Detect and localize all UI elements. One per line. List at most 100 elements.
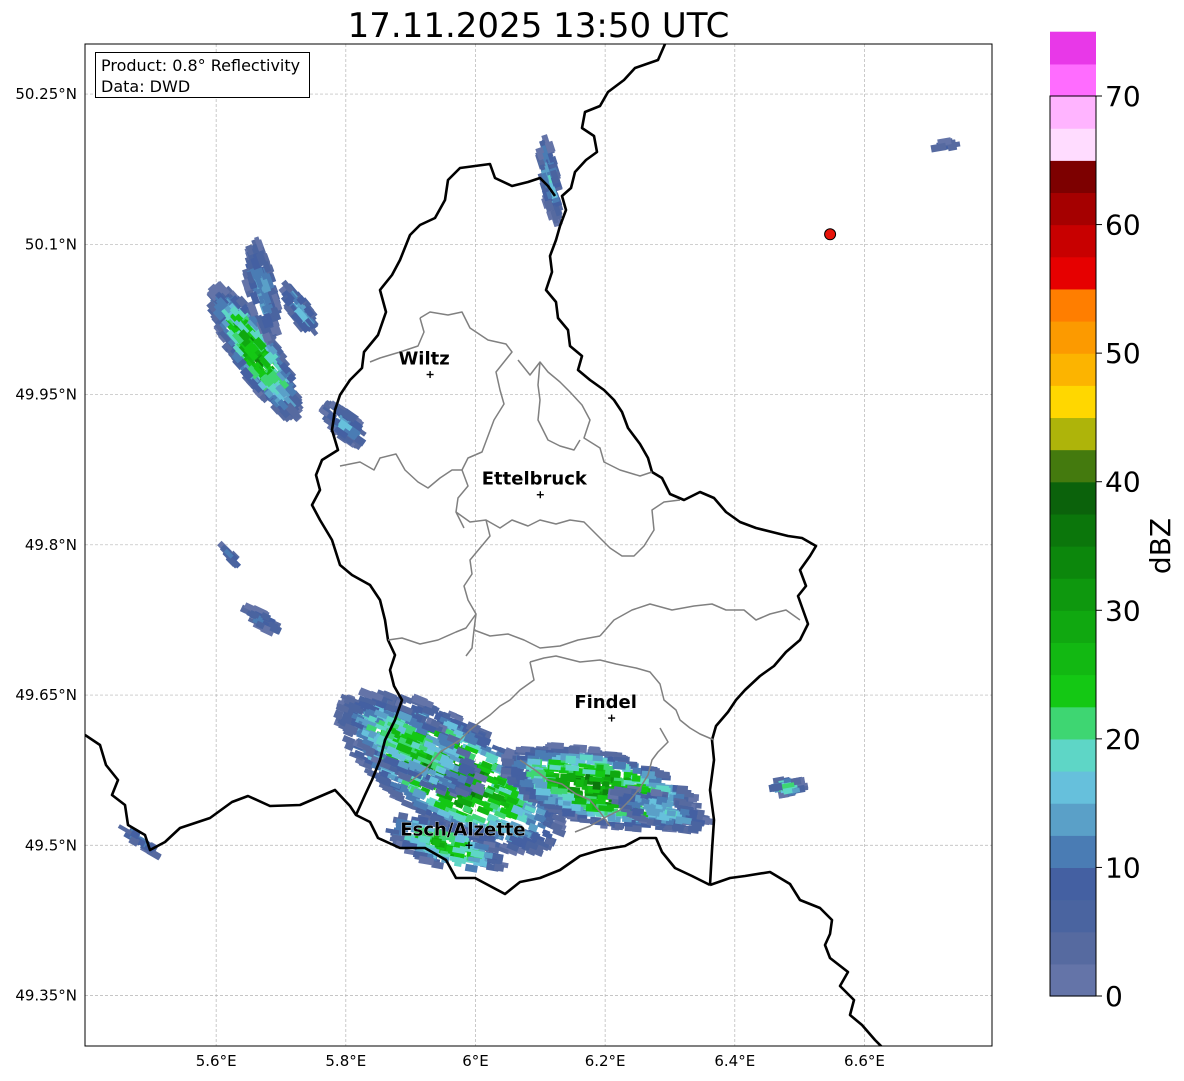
- echo-pixel: [565, 755, 577, 765]
- echo-pixel: [631, 775, 641, 782]
- echo-pixel: [568, 745, 580, 755]
- echo-pixel: [515, 775, 525, 781]
- echo-pixel: [614, 823, 624, 831]
- colorbar-segment: [1050, 674, 1096, 708]
- canton-border: [419, 311, 513, 529]
- city-label: Esch/Alzette: [400, 819, 525, 840]
- canton-border: [455, 499, 681, 557]
- colorbar-segment: [1050, 642, 1096, 676]
- colorbar-segment: [1050, 899, 1096, 933]
- lat-tick-label: 49.35°N: [15, 987, 77, 1005]
- echo-pixel: [534, 749, 546, 758]
- colorbar-tick-label: 70: [1105, 80, 1141, 113]
- echo-pixel: [565, 764, 580, 772]
- echo-pixel: [535, 787, 551, 797]
- colorbar-tick-label: 10: [1105, 851, 1141, 884]
- colorbar-segment: [1050, 160, 1096, 194]
- echo-pixel: [582, 769, 596, 775]
- canton-border: [339, 453, 462, 489]
- colorbar-segment: [1050, 610, 1096, 644]
- colorbar-segment: [1050, 931, 1096, 965]
- colorbar-segment: [1050, 963, 1096, 997]
- colorbar-segment: [1050, 513, 1096, 547]
- colorbar-segment: [1050, 63, 1096, 97]
- canton-border: [537, 361, 581, 451]
- colorbar-segment: [1050, 771, 1096, 804]
- colorbar-segment: [1050, 835, 1096, 869]
- lat-tick-label: 49.95°N: [15, 386, 77, 404]
- city-label: Wiltz: [398, 349, 449, 370]
- colorbar-tick-label: 30: [1105, 594, 1141, 627]
- echo-pixel: [672, 823, 685, 833]
- lat-tick-label: 49.5°N: [25, 836, 77, 854]
- echo-pixel: [579, 754, 593, 761]
- echo-pixel: [548, 759, 561, 766]
- lat-tick-label: 49.8°N: [25, 536, 77, 554]
- echo-pixel: [592, 781, 601, 790]
- colorbar: 0 10 20 30 40 50 60 70 dBZ: [1049, 31, 1177, 1013]
- borders: [85, 44, 883, 1046]
- colorbar-segment: [1050, 288, 1096, 322]
- city-label: Findel: [574, 692, 637, 713]
- colorbar-tick-label: 50: [1105, 337, 1141, 370]
- echo-pixel: [596, 764, 604, 772]
- lat-tick-label: 50.1°N: [25, 235, 77, 253]
- colorbar-segment: [1050, 867, 1096, 901]
- colorbar-segment: [1050, 578, 1096, 611]
- colorbar-tick-label: 40: [1105, 466, 1141, 499]
- echo-pixel: [575, 779, 584, 788]
- lon-tick-label: 6.2°E: [585, 1052, 626, 1070]
- colorbar-segment: [1050, 192, 1096, 226]
- canton-border: [387, 613, 477, 645]
- echo-pixel: [598, 805, 612, 811]
- radar-map: Wiltz Ettelbruck Findel Esch/Alzette 5.6°E 5…: [15, 31, 1177, 1070]
- city-marker: Ettelbruck: [481, 468, 588, 499]
- echo-pixel: [535, 794, 549, 801]
- colorbar-segment: [1050, 803, 1096, 836]
- colorbar-tick-label: 20: [1105, 723, 1141, 756]
- lat-tick-label: 49.65°N: [15, 686, 77, 704]
- lon-tick-label: 5.8°E: [325, 1052, 366, 1070]
- echo-pixel: [501, 758, 515, 765]
- colorbar-segment: [1050, 481, 1096, 515]
- colorbar-tick-label: 0: [1105, 980, 1123, 1013]
- axis-ticks: 5.6°E 5.8°E 6°E 6.2°E 6.4°E 6.6°E 50.25°N 50.1°…: [15, 85, 885, 1070]
- echo-pixel: [562, 792, 576, 801]
- colorbar-segment: [1050, 385, 1096, 419]
- echo-pixel: [553, 788, 568, 795]
- lon-tick-label: 6.6°E: [844, 1052, 885, 1070]
- echo-pixel: [510, 767, 521, 776]
- echo-pixel: [612, 761, 626, 770]
- colorbar-segment: [1050, 96, 1096, 129]
- colorbar-segment: [1050, 417, 1096, 451]
- echo-pixel: [612, 780, 622, 788]
- border-fr-de: [709, 870, 883, 1046]
- colorbar-segment: [1050, 353, 1096, 386]
- echo-pixel: [930, 142, 947, 153]
- lon-tick-label: 5.6°E: [196, 1052, 237, 1070]
- echo-pixel: [609, 770, 621, 778]
- echo-pixel: [654, 769, 665, 777]
- colorbar-label: dBZ: [1144, 518, 1177, 574]
- canton-border: [473, 629, 601, 649]
- location-marker: [824, 228, 837, 241]
- echo-pixel: [653, 819, 662, 826]
- echo-pixel: [501, 767, 512, 775]
- colorbar-segment: [1050, 321, 1096, 354]
- colorbar-segment: [1050, 546, 1096, 579]
- echo-pixel: [632, 807, 642, 817]
- echo-pixel: [675, 816, 684, 825]
- product-info-box: Product: 0.8° Reflectivity Data: DWD: [95, 52, 310, 98]
- echo-pixel: [550, 742, 565, 750]
- city-label: Ettelbruck: [482, 469, 588, 490]
- data-source-label: Data: DWD: [101, 77, 191, 96]
- echo-pixel: [534, 781, 548, 789]
- colorbar-segment: [1050, 738, 1096, 772]
- city-marker: Findel: [574, 692, 637, 722]
- lat-tick-label: 50.25°N: [15, 85, 77, 103]
- echo-pixel: [549, 764, 561, 771]
- reflectivity-echoes: [117, 134, 961, 873]
- colorbar-segment: [1050, 224, 1096, 258]
- colorbar-segment: [1050, 31, 1096, 65]
- colorbar-tick-label: 60: [1105, 209, 1141, 242]
